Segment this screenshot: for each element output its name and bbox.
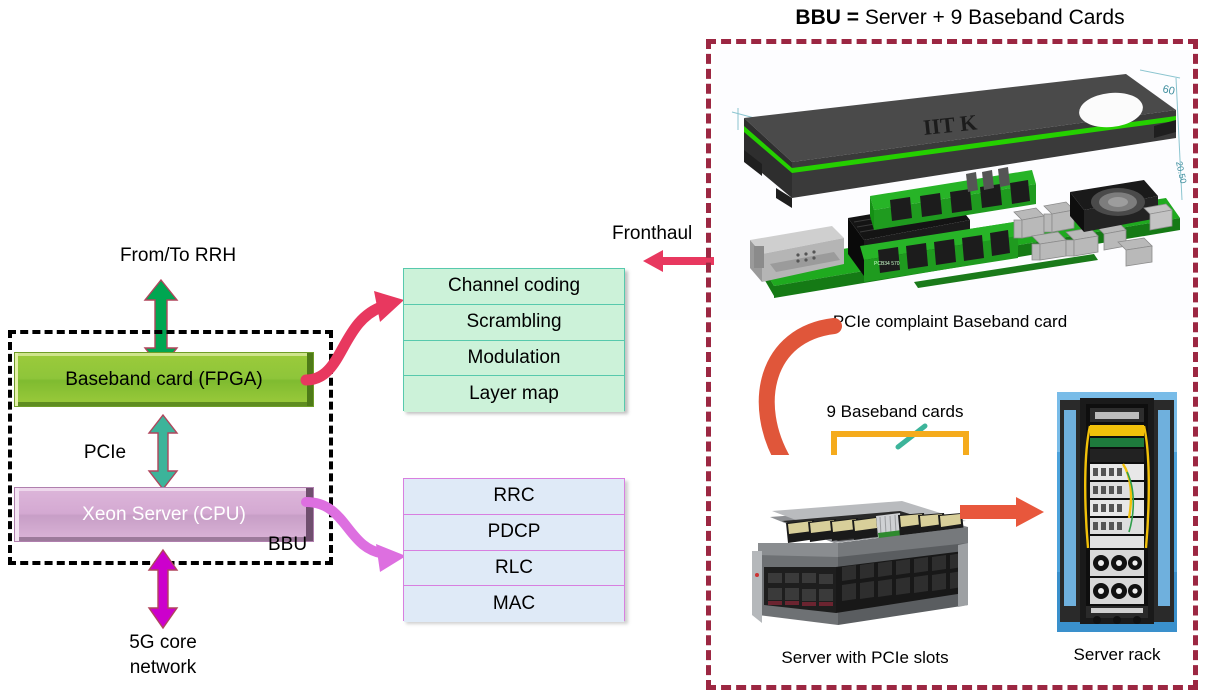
panel-title-rest: Server + 9 Baseband Cards <box>859 6 1125 29</box>
server-rack-image <box>1057 392 1177 632</box>
panel-title: BBU = Server + 9 Baseband Cards <box>760 6 1160 30</box>
core-network-label: 5G core network <box>129 632 197 678</box>
diagram-canvas: From/To RRH Baseband card (FPGA) PCIe Xe… <box>0 0 1223 699</box>
upper-layer-row: PDCP <box>404 514 624 551</box>
baseband-card-fpga-label: Baseband card (FPGA) <box>65 368 263 390</box>
upper-layer-stack: RRC PDCP RLC MAC <box>403 478 625 622</box>
phy-layer-stack: Channel coding Scrambling Modulation Lay… <box>403 268 625 412</box>
core-network-double-arrow <box>145 548 181 630</box>
phy-row: Layer map <box>404 376 624 412</box>
xeon-server-cpu-label: Xeon Server (CPU) <box>82 503 246 525</box>
svg-text:PCB34 570: PCB34 570 <box>874 261 900 267</box>
server-caption: Server with PCIe slots <box>781 648 949 667</box>
from-to-rrh-label: From/To RRH <box>119 245 237 266</box>
phy-row: Scrambling <box>404 304 624 341</box>
baseband-card-cad-image: 60 20.50 IIT K PCB34 570 <box>714 50 1192 320</box>
pcie-label: PCIe <box>83 442 127 463</box>
cpu-to-upper-layer-arrow <box>301 492 412 582</box>
panel-title-bold: BBU = <box>795 6 860 29</box>
fpga-to-phy-arrow <box>300 280 412 395</box>
baseband-card-fpga-block[interactable]: Baseband card (FPGA) <box>14 352 314 407</box>
phy-row: Channel coding <box>404 269 624 305</box>
upper-layer-row: MAC <box>404 586 624 622</box>
upper-layer-row: RLC <box>404 550 624 587</box>
server-rack-caption: Server rack <box>1073 645 1161 664</box>
nine-baseband-cards-label: 9 Baseband cards <box>826 402 964 421</box>
phy-row: Modulation <box>404 340 624 377</box>
pcie-double-arrow <box>145 413 181 491</box>
upper-layer-row: RRC <box>404 479 624 515</box>
server-with-pcie-slots-image <box>752 455 977 640</box>
server-to-rack-arrow <box>960 495 1046 531</box>
